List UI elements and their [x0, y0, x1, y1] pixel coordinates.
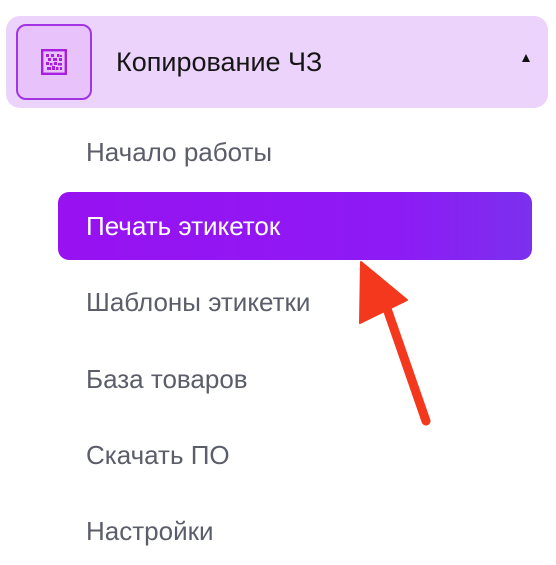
menu-item-label-templates[interactable]: Шаблоны этикетки: [58, 268, 532, 336]
menu-item-label: База товаров: [86, 364, 248, 394]
datamatrix-code-icon: [41, 49, 67, 75]
menu-item-label: Печать этикеток: [86, 211, 281, 241]
section-icon-box: [16, 24, 92, 100]
menu-item-label: Настройки: [86, 516, 214, 546]
menu-item-print-labels[interactable]: Печать этикеток: [58, 192, 532, 260]
section-header-copy-cz[interactable]: Копирование ЧЗ: [6, 16, 548, 108]
menu-item-download-software[interactable]: Скачать ПО: [58, 421, 532, 489]
caret-up-icon[interactable]: [522, 54, 530, 62]
menu-item-label: Шаблоны этикетки: [86, 287, 311, 317]
menu-item-product-base[interactable]: База товаров: [58, 345, 532, 413]
section-title: Копирование ЧЗ: [116, 47, 323, 77]
menu-item-start[interactable]: Начало работы: [58, 118, 532, 186]
menu-item-label: Скачать ПО: [86, 440, 230, 470]
menu-item-settings[interactable]: Настройки: [58, 497, 532, 565]
menu-item-label: Начало работы: [86, 137, 273, 167]
sidebar-menu: Копирование ЧЗ Начало работы Печать этик…: [0, 0, 556, 565]
